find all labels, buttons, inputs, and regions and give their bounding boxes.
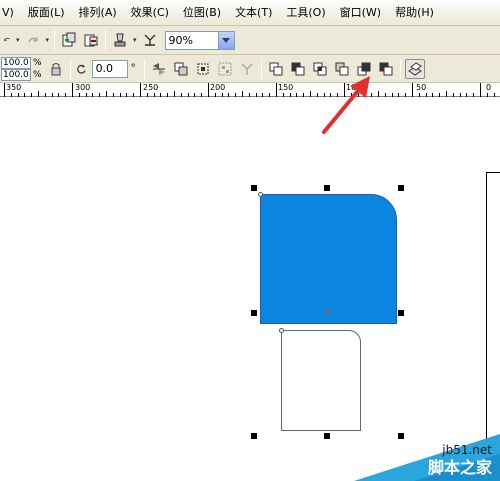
menu-arrange[interactable]: 排列(A)	[72, 0, 124, 26]
scale-unit: % %	[33, 57, 42, 81]
trim-icon[interactable]	[288, 59, 308, 79]
application-launcher-icon[interactable]	[110, 30, 130, 50]
ungroup-icon[interactable]	[193, 59, 213, 79]
redo-dropdown-icon[interactable]: ▾	[46, 36, 50, 44]
launcher-dropdown-icon[interactable]: ▾	[133, 36, 137, 44]
white-rounded-rectangle[interactable]	[281, 330, 361, 431]
corel-online-icon[interactable]	[140, 30, 160, 50]
menu-bar: V) 版面(L) 排列(A) 效果(C) 位图(B) 文本(T) 工具(O) 窗…	[0, 0, 500, 26]
scale-y-field[interactable]: 100.0	[1, 68, 31, 81]
menu-tools[interactable]: 工具(O)	[279, 0, 332, 26]
rotation-angle-field[interactable]: 0.0	[91, 59, 128, 78]
group-icon[interactable]	[171, 59, 191, 79]
blue-rounded-rectangle[interactable]	[260, 194, 397, 324]
menu-window[interactable]: 窗口(W)	[333, 0, 388, 26]
watermark: jb51.net 脚本之家	[354, 434, 500, 481]
ruler-label: 50	[416, 83, 427, 92]
selection-handle-top-right[interactable]	[398, 185, 404, 191]
selection-handle-top-left[interactable]	[251, 185, 257, 191]
menu-bitmaps[interactable]: 位图(B)	[176, 0, 228, 26]
center-mark-icon: ×	[324, 306, 333, 317]
chevron-down-icon[interactable]	[217, 31, 234, 49]
ruler-label: 200	[210, 83, 226, 92]
toolbar-separator	[54, 30, 56, 50]
toolbar-separator	[69, 58, 71, 79]
standard-toolbar: ▾ ▾ ▾ 90%	[0, 26, 500, 55]
ruler-label: 150	[278, 83, 294, 92]
rotation-icon	[75, 59, 89, 79]
toolbar-separator	[105, 30, 107, 50]
mirror-icon[interactable]	[149, 59, 169, 79]
menu-effects[interactable]: 效果(C)	[124, 0, 176, 26]
selection-handle-bottom-center[interactable]	[324, 433, 330, 439]
redo-icon[interactable]	[23, 30, 43, 50]
undo-icon[interactable]	[1, 30, 13, 50]
ruler-label: 350	[6, 83, 22, 92]
scale-y-unit: %	[33, 69, 42, 80]
lock-ratio-icon[interactable]	[46, 59, 66, 79]
zoom-level-select[interactable]: 90%	[164, 30, 235, 50]
undo-dropdown-icon[interactable]: ▾	[16, 36, 20, 44]
shape-node[interactable]	[279, 328, 284, 333]
combine-icon[interactable]	[237, 59, 257, 79]
menu-view[interactable]: V)	[0, 0, 21, 26]
watermark-brand: 脚本之家	[427, 458, 492, 477]
create-boundary-icon[interactable]	[404, 58, 425, 79]
toolbar-separator	[260, 58, 262, 79]
scale-x-field[interactable]: 100.0	[1, 56, 31, 69]
ruler-label: 300	[75, 83, 91, 92]
toolbar-separator	[399, 58, 401, 79]
selection-handle-middle-right[interactable]	[398, 310, 404, 316]
rotation-unit: °	[130, 63, 136, 74]
weld-icon[interactable]	[266, 59, 286, 79]
property-bar: 100.0 100.0 % % 0.0 °	[0, 55, 500, 83]
scale-x-unit: %	[33, 57, 42, 68]
selection-handle-bottom-left[interactable]	[251, 433, 257, 439]
ruler-label: 0	[486, 83, 492, 92]
ungroup-all-icon[interactable]	[215, 59, 235, 79]
export-icon[interactable]	[81, 30, 101, 50]
horizontal-ruler[interactable]: 350 300 250 200 150 100 50 0	[0, 83, 500, 97]
selection-handle-top-center[interactable]	[324, 185, 330, 191]
shape-node[interactable]	[258, 192, 263, 197]
annotation-arrow-icon	[322, 76, 370, 134]
ruler-label: 250	[143, 83, 159, 92]
import-icon[interactable]	[59, 30, 79, 50]
menu-help[interactable]: 帮助(H)	[388, 0, 441, 26]
zoom-value: 90%	[168, 33, 193, 47]
scale-fields: 100.0 100.0	[1, 56, 31, 81]
menu-text[interactable]: 文本(T)	[228, 0, 279, 26]
menu-layout[interactable]: 版面(L)	[21, 0, 72, 26]
selection-handle-middle-left[interactable]	[251, 310, 257, 316]
toolbar-separator	[143, 58, 145, 79]
